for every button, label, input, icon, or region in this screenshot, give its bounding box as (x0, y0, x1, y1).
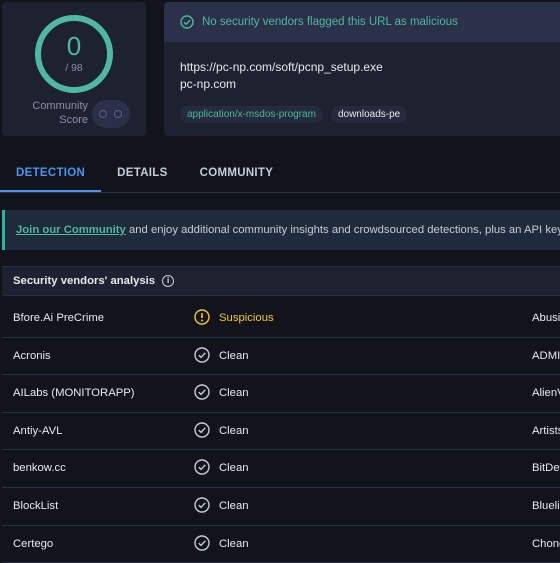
community-score-card: 0 / 98 Community Score (2, 2, 146, 136)
result-status-icon (194, 309, 210, 328)
vendor-result: Clean (219, 424, 249, 437)
vendor-name-second-column: BitDef (532, 462, 560, 475)
vendor-row: Certego Clean Chong (2, 526, 560, 563)
community-promo-banner: Join our Community and enjoy additional … (2, 210, 560, 250)
tab-community[interactable]: COMMUNITY (184, 154, 290, 192)
info-icon[interactable]: i (162, 275, 175, 287)
vendor-name: Bfore.Ai PreCrime (13, 312, 105, 324)
community-score-label-line1: Community (32, 100, 88, 112)
result-status-icon (194, 346, 210, 366)
vendor-name-second-column: Chong (532, 537, 560, 550)
result-status-icon (194, 534, 210, 554)
url-info-card: No security vendors flagged this URL as … (164, 2, 560, 136)
vote-down-icon[interactable] (99, 110, 107, 118)
vendor-name: Acronis (13, 349, 51, 362)
scanned-url[interactable]: https://pc-np.com/soft/pcnp_setup.exe (180, 60, 383, 74)
detection-score: 0 (66, 31, 82, 61)
check-circle-icon (194, 422, 210, 438)
vendor-table: Bfore.Ai PreCrime Suspicious Abusi Acronis C… (2, 300, 560, 563)
check-circle-icon (194, 459, 210, 476)
check-circle-icon (194, 497, 210, 513)
tab-bar: DETECTION DETAILS COMMUNITY (0, 154, 560, 193)
vendor-row: Bfore.Ai PreCrime Suspicious Abusi (2, 300, 560, 338)
vendor-name: Antiy-AVL (13, 424, 63, 437)
tab-details[interactable]: DETAILS (101, 154, 183, 192)
result-status-icon (194, 459, 210, 478)
vendors-analysis-header: Security vendors' analysis i (2, 266, 560, 296)
check-circle-icon (180, 15, 194, 29)
vendor-name-second-column: Abusi (532, 312, 560, 324)
result-status-icon (194, 497, 210, 516)
promo-text: and enjoy additional community insights … (125, 224, 560, 236)
check-circle-icon (194, 534, 210, 551)
join-community-link[interactable]: Join our Community (16, 224, 126, 236)
tab-detection[interactable]: DETECTION (0, 154, 102, 192)
check-circle-icon (194, 346, 210, 363)
vendor-result: Clean (219, 462, 249, 475)
vendor-row: AILabs (MONITORAPP) Clean AlienV (2, 375, 560, 413)
tag-mime[interactable]: application/x-msdos-program (180, 106, 323, 123)
community-vote-toggle[interactable] (92, 100, 130, 128)
result-status-icon (194, 384, 210, 403)
vote-up-icon[interactable] (114, 110, 122, 118)
community-score-label-line2: Score (59, 114, 88, 126)
vendor-name: Certego (13, 537, 54, 550)
vendor-name-second-column: Blueli (532, 499, 560, 512)
warning-icon (194, 309, 210, 325)
tag-list: application/x-msdos-program downloads-pe (180, 106, 408, 123)
result-status-icon (194, 422, 210, 441)
vendor-row: benkow.cc Clean BitDef (2, 450, 560, 488)
tag-category[interactable]: downloads-pe (330, 106, 408, 123)
verdict-text: No security vendors flagged this URL as … (202, 16, 458, 28)
vendor-name: AILabs (MONITORAPP) (13, 387, 135, 400)
community-score-label: Community Score (22, 99, 88, 127)
section-title: Security vendors' analysis (13, 275, 156, 287)
vendor-row: Antiy-AVL Clean Artists (2, 413, 560, 451)
detection-total: / 98 (65, 62, 83, 74)
vendor-result: Clean (219, 537, 249, 550)
vendor-name: benkow.cc (13, 462, 66, 475)
scanned-domain[interactable]: pc-np.com (180, 77, 236, 91)
vendor-result: Clean (219, 387, 249, 400)
vendor-name: BlockList (13, 499, 59, 512)
vendor-name-second-column: ADMIN (532, 349, 560, 362)
vendor-result: Suspicious (219, 312, 274, 324)
vendor-name-second-column: AlienV (532, 387, 560, 400)
vendor-row: Acronis Clean ADMIN (2, 338, 560, 376)
check-circle-icon (194, 384, 210, 400)
vendor-result: Clean (219, 499, 249, 512)
vendor-name-second-column: Artists (532, 424, 560, 437)
vendor-row: BlockList Clean Blueli (2, 488, 560, 526)
verdict-banner: No security vendors flagged this URL as … (164, 2, 560, 42)
vendor-result: Clean (219, 349, 249, 362)
